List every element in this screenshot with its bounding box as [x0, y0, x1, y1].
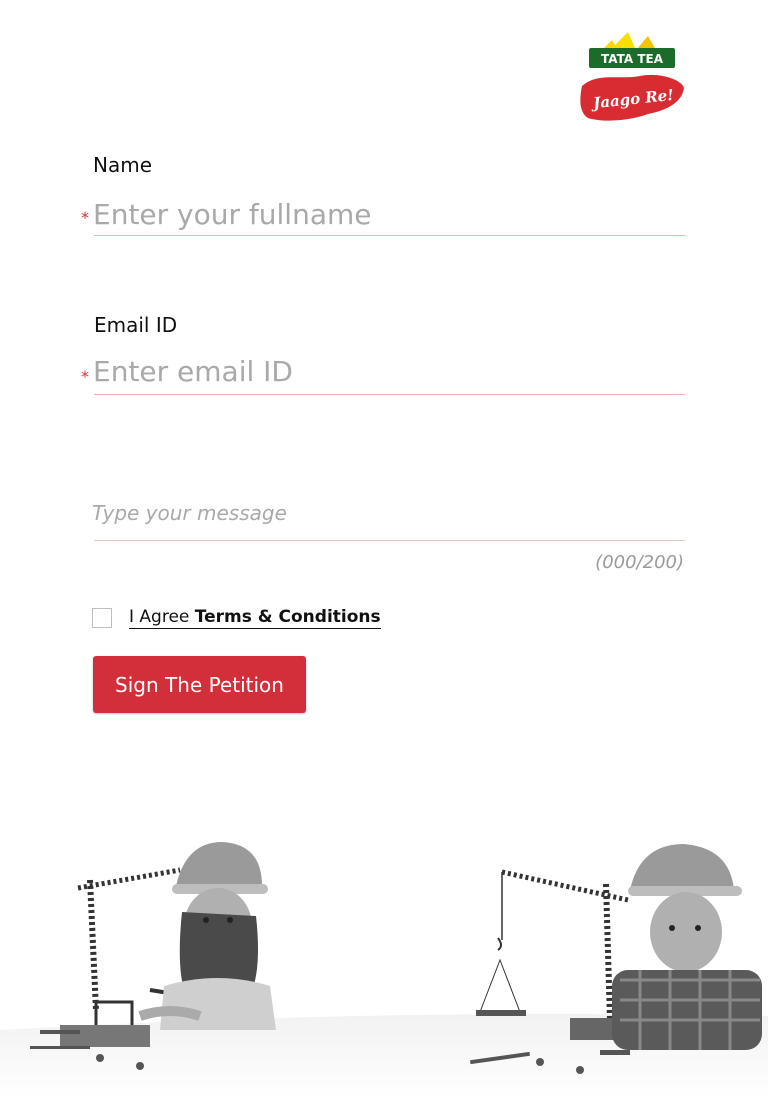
name-required-mark: *: [81, 208, 89, 227]
terms-agreement[interactable]: I Agree Terms & Conditions: [129, 607, 381, 629]
email-underline: [94, 394, 685, 395]
email-input[interactable]: [93, 353, 685, 389]
name-input[interactable]: [93, 196, 685, 232]
sign-petition-button[interactable]: Sign The Petition: [93, 656, 306, 713]
message-char-counter: (000/200): [595, 552, 684, 573]
email-required-mark: *: [81, 367, 89, 386]
sunburst-icon: [602, 32, 656, 50]
agree-checkbox[interactable]: [92, 608, 112, 628]
email-label: Email ID: [94, 313, 178, 337]
message-underline: [94, 540, 685, 541]
message-input[interactable]: [92, 498, 684, 528]
name-label: Name: [93, 153, 153, 177]
terms-link[interactable]: Terms & Conditions: [195, 607, 381, 627]
tata-tea-text: TATA TEA: [601, 52, 664, 66]
agree-prefix: I Agree: [129, 607, 190, 627]
kids-construction-illustration: [0, 842, 768, 1100]
name-underline: [94, 235, 685, 236]
girl-with-hard-hat: [138, 842, 276, 1030]
boy-with-hard-hat: [612, 844, 762, 1050]
brand-logo: TATA TEA Jaago Re!: [578, 30, 688, 126]
